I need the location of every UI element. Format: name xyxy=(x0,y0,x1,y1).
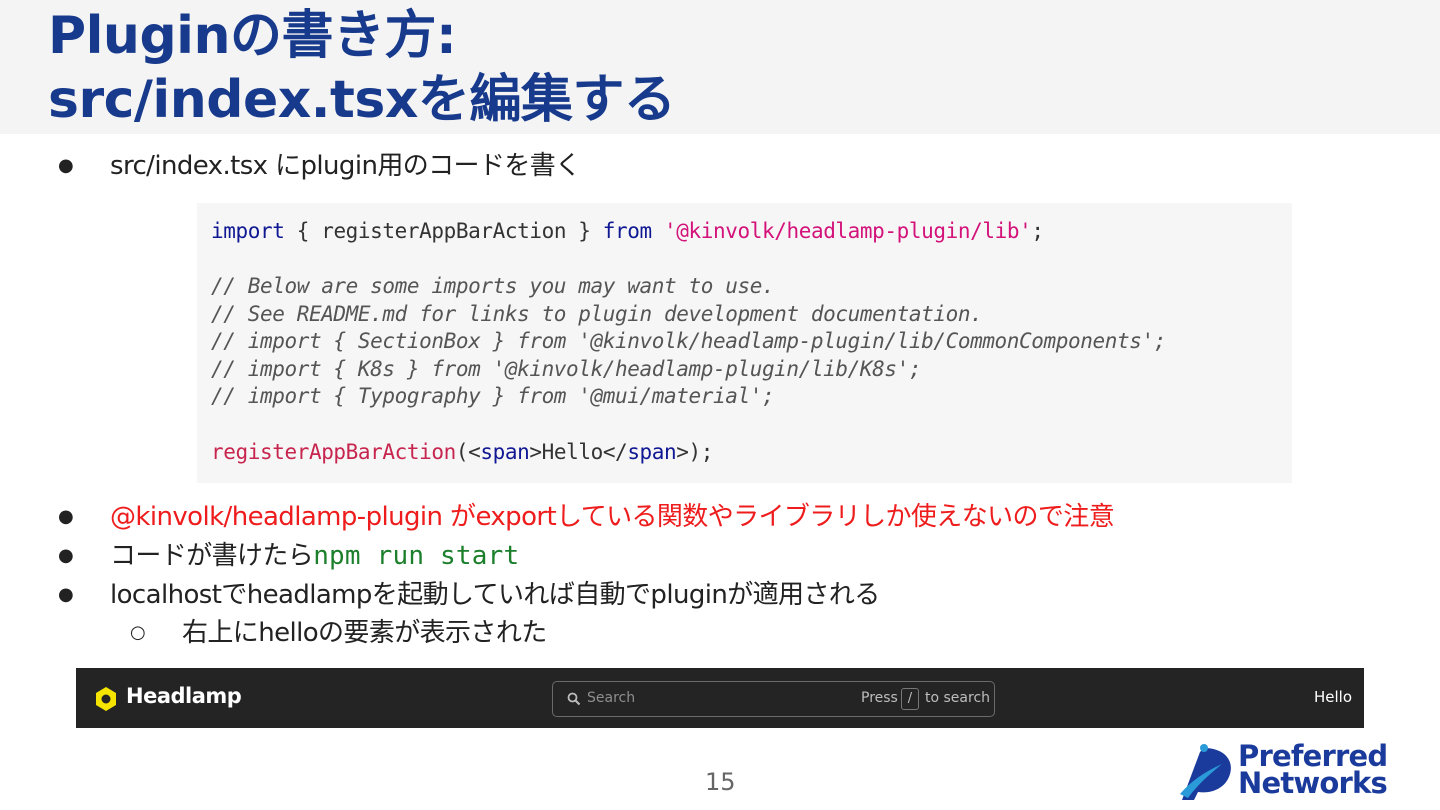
code-line-call: registerAppBarAction(<span>Hello</span>)… xyxy=(211,440,713,464)
headlamp-logo-icon[interactable] xyxy=(94,686,118,712)
code-tag: span xyxy=(627,440,677,464)
title-line-2: src/index.tsxを編集する xyxy=(48,70,676,130)
search-hint-press: Press xyxy=(861,690,898,706)
sub-bullet-dot: ○ xyxy=(130,622,146,643)
bullet-3-command: npm run start xyxy=(313,541,520,571)
code-string: '@kinvolk/headlamp-plugin/lib' xyxy=(664,219,1032,243)
code-keyword: import xyxy=(211,219,285,243)
code-tag: span xyxy=(480,440,530,464)
bullet-3-text: コードが書けたらnpm run start xyxy=(110,539,519,573)
code-comment: // import { Typography } from '@mui/mate… xyxy=(211,384,775,408)
headlamp-app-bar: Headlamp Search Press / to search Hello xyxy=(76,668,1364,728)
bullet-1-text: src/index.tsx にplugin用のコードを書く xyxy=(110,151,581,181)
code-text: >); xyxy=(676,440,714,464)
code-comment: // See README.md for links to plugin dev… xyxy=(211,302,983,326)
title-line-1: Pluginの書き方: xyxy=(48,6,457,66)
bullet-dot: ● xyxy=(58,584,74,605)
code-keyword: from xyxy=(602,219,652,243)
search-input[interactable]: Search Press / to search xyxy=(552,681,995,717)
sub-bullet-text: 右上にhelloの要素が表示された xyxy=(182,618,547,648)
preferred-networks-wordmark: Preferred Networks xyxy=(1238,742,1388,800)
code-text: ; xyxy=(1031,219,1044,243)
code-comment: // Below are some imports you may want t… xyxy=(211,274,775,298)
hello-plugin-action[interactable]: Hello xyxy=(1314,688,1352,706)
code-comment: // import { K8s } from '@kinvolk/headlam… xyxy=(211,357,922,381)
search-shortcut-key: / xyxy=(901,688,919,710)
code-block: import { registerAppBarAction } from '@k… xyxy=(197,203,1292,483)
code-function: registerAppBarAction xyxy=(211,440,456,464)
page-number: 15 xyxy=(705,768,736,796)
code-line-import: import { registerAppBarAction } from '@k… xyxy=(211,219,1044,243)
bullet-dot: ● xyxy=(58,545,74,566)
headlamp-brand[interactable]: Headlamp xyxy=(126,684,242,708)
bullet-4-text: localhostでheadlampを起動していれば自動でpluginが適用され… xyxy=(110,580,880,610)
slide-title: Pluginの書き方: src/index.tsxを編集する xyxy=(48,4,676,132)
code-text: (< xyxy=(455,440,481,464)
preferred-networks-logo-icon xyxy=(1180,744,1231,800)
bullet-2-text: @kinvolk/headlamp-plugin がexportしている関数やラ… xyxy=(110,502,1115,532)
bullet-3-label: コードが書けたら xyxy=(110,541,314,571)
code-text: >Hello</ xyxy=(529,440,628,464)
code-text: { registerAppBarAction } xyxy=(284,219,603,243)
brand-line-2: Networks xyxy=(1238,766,1388,800)
search-placeholder: Search xyxy=(587,690,636,706)
bullet-dot: ● xyxy=(58,506,74,527)
bullet-dot: ● xyxy=(58,155,74,176)
search-hint-text: to search xyxy=(925,690,991,706)
search-icon xyxy=(567,692,581,706)
code-comment: // import { SectionBox } from '@kinvolk/… xyxy=(211,329,1166,353)
